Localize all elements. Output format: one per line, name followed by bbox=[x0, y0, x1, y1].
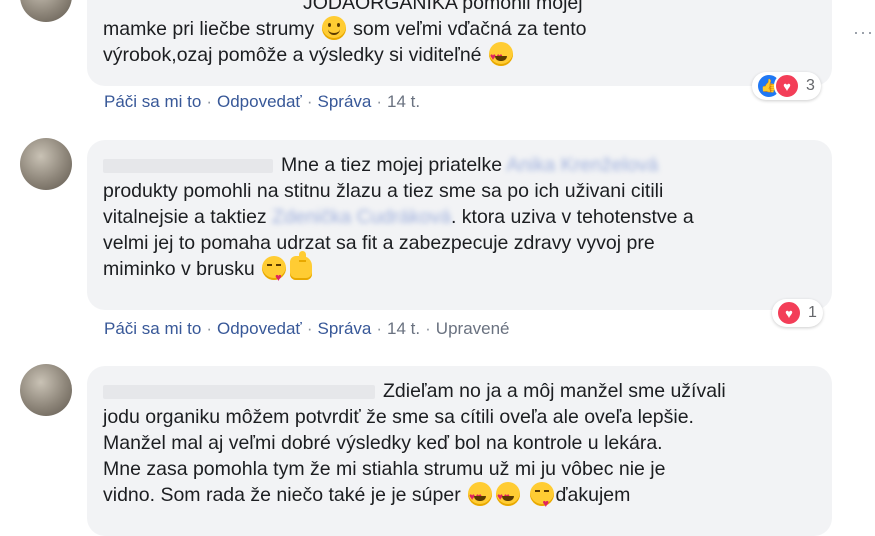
commenter-avatar[interactable] bbox=[20, 138, 72, 190]
thumbs-up-emoji-icon bbox=[290, 251, 313, 280]
separator: · bbox=[376, 319, 383, 338]
heart-eyes-emoji-icon bbox=[488, 42, 513, 71]
commenter-avatar[interactable] bbox=[20, 364, 72, 416]
redacted-author-name bbox=[103, 384, 375, 399]
comment-actions: Páči sa mi to · Odpovedať · Správa · 14 t. bbox=[104, 92, 420, 112]
reaction-summary[interactable]: ♥ 1 bbox=[772, 299, 823, 327]
message-link[interactable]: Správa bbox=[317, 92, 371, 111]
message-link[interactable]: Správa bbox=[317, 319, 371, 338]
blowing-kiss-emoji-icon bbox=[262, 256, 287, 291]
separator: · bbox=[306, 92, 313, 111]
comment-text: som veľmi vďačná za tento bbox=[353, 18, 587, 40]
comment-text: Mne a tiez mojej priatelke bbox=[281, 154, 503, 176]
comment-text: JODAORGANIKA pomohli mojej bbox=[303, 0, 583, 14]
reaction-count: 3 bbox=[806, 77, 815, 94]
timestamp[interactable]: 14 t. bbox=[387, 92, 420, 111]
comment-line: jodu organiku môžem potvrdiť že sme sa c… bbox=[103, 404, 814, 430]
comment-text: vitalnejsie a taktiez bbox=[103, 206, 267, 228]
comment-text: . ktora uziva v tehotenstve a bbox=[450, 206, 694, 228]
comment-line: Zdieľam no ja a môj manžel sme užívali bbox=[103, 378, 814, 404]
tagged-user-link[interactable]: Zdenička Cudráková bbox=[272, 206, 451, 228]
comment-line: Mne zasa pomohla tym že mi stiahla strum… bbox=[103, 456, 814, 482]
comment-line: Manžel mal aj veľmi dobré výsledky keď b… bbox=[103, 430, 814, 456]
reaction-count: 1 bbox=[808, 304, 817, 321]
comment-text: jodu organiku môžem potvrdiť že sme sa c… bbox=[103, 406, 694, 428]
comment-bubble: Mne a tiez mojej priatelke Anika Krenžel… bbox=[87, 140, 832, 310]
comment-line: produkty pomohli na stitnu žlazu a tiez … bbox=[103, 178, 814, 204]
comment-text: miminko v brusku bbox=[103, 258, 255, 280]
love-reaction-icon: ♥ bbox=[774, 73, 800, 99]
heart-eyes-emoji-icon bbox=[468, 482, 493, 511]
timestamp[interactable]: 14 t. bbox=[387, 319, 420, 338]
comment-text: ďakujem bbox=[555, 484, 631, 506]
comment-line: mamke pri liečbe strumy som veľmi vďačná… bbox=[103, 16, 814, 42]
comment-text: vidno. Som rada že niečo také je je súpe… bbox=[103, 484, 461, 506]
separator: · bbox=[306, 319, 313, 338]
blowing-kiss-emoji-icon bbox=[529, 482, 554, 517]
comment-line: JODAORGANIKA pomohli mojej bbox=[103, 0, 814, 16]
more-options-icon[interactable]: ··· bbox=[853, 22, 874, 43]
commenter-avatar[interactable] bbox=[20, 0, 72, 22]
comment-line: Mne a tiez mojej priatelke Anika Krenžel… bbox=[103, 152, 814, 178]
like-link[interactable]: Páči sa mi to bbox=[104, 92, 201, 111]
comment-line: velmi jej to pomaha udrzat sa fit a zabe… bbox=[103, 230, 814, 256]
separator: · bbox=[425, 319, 431, 338]
separator: · bbox=[376, 92, 383, 111]
comment-bubble: JODAORGANIKA pomohli mojej mamke pri lie… bbox=[87, 0, 832, 86]
comment-text: výrobok,ozaj pomôže a výsledky si vidite… bbox=[103, 44, 482, 66]
comment-text: Zdieľam no ja a môj manžel sme užívali bbox=[383, 380, 726, 402]
edited-label[interactable]: Upravené bbox=[436, 319, 510, 338]
comment-bubble: Zdieľam no ja a môj manžel sme užívali j… bbox=[87, 366, 832, 536]
heart-eyes-emoji-icon bbox=[496, 482, 521, 511]
comment-text: velmi jej to pomaha udrzat sa fit a zabe… bbox=[103, 232, 655, 254]
separator: · bbox=[206, 92, 212, 111]
reply-link[interactable]: Odpovedať bbox=[217, 92, 302, 111]
love-reaction-icon: ♥ bbox=[776, 300, 802, 326]
comment-line: vidno. Som rada že niečo také je je súpe… bbox=[103, 482, 814, 517]
separator: · bbox=[206, 319, 212, 338]
smile-emoji-icon bbox=[321, 16, 346, 40]
comment-text: Mne zasa pomohla tym že mi stiahla strum… bbox=[103, 458, 666, 480]
comment-line: vitalnejsie a taktiez Zdenička Cudráková… bbox=[103, 204, 814, 230]
reply-link[interactable]: Odpovedať bbox=[217, 319, 302, 338]
reaction-summary[interactable]: 👍 ♥ 3 bbox=[752, 72, 821, 100]
comment-line: výrobok,ozaj pomôže a výsledky si vidite… bbox=[103, 42, 814, 71]
comment-actions: Páči sa mi to · Odpovedať · Správa · 14 t. · Upr… bbox=[104, 319, 510, 339]
tagged-user-link[interactable]: Anika Krenželová bbox=[506, 154, 658, 176]
comment-text: Manžel mal aj veľmi dobré výsledky keď b… bbox=[103, 432, 663, 454]
comment-text: mamke pri liečbe strumy bbox=[103, 18, 315, 40]
redacted-author-name bbox=[103, 158, 273, 173]
comment-text: produkty pomohli na stitnu žlazu a tiez … bbox=[103, 180, 664, 202]
comment-line: miminko v brusku bbox=[103, 251, 814, 291]
like-link[interactable]: Páči sa mi to bbox=[104, 319, 201, 338]
